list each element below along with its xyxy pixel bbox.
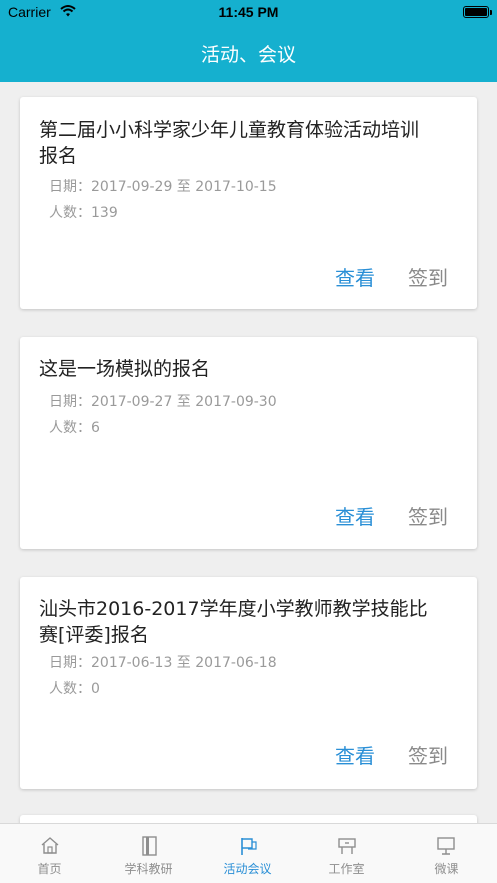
book-icon	[142, 836, 157, 856]
signin-button[interactable]: 签到	[408, 501, 448, 530]
activity-title: 汕头市2016-2017学年度小学教师教学技能比 赛[评委]报名	[39, 598, 428, 646]
tab-studio[interactable]: 工作室	[297, 824, 396, 883]
tab-bar: 首页 学科教研 活动会议 工作室 微课	[0, 823, 497, 883]
activity-list[interactable]: 第二届小小科学家少年儿童教育体验活动培训 报名 日期：2017-09-29 至 …	[0, 82, 497, 823]
tab-home[interactable]: 首页	[0, 824, 99, 883]
signin-button[interactable]: 签到	[408, 740, 448, 769]
clock: 11:45 PM	[218, 4, 279, 20]
signin-button[interactable]: 签到	[408, 262, 448, 291]
activity-card[interactable]: 第二届小小科学家少年儿童教育体验活动培训 报名 日期：2017-09-29 至 …	[20, 97, 477, 309]
activity-title: 这是一场模拟的报名	[39, 358, 211, 380]
tab-label: 活动会议	[223, 862, 272, 876]
tab-label: 工作室	[328, 862, 365, 876]
activity-count: 人数：6	[49, 420, 100, 436]
activity-date: 日期：2017-09-27 至 2017-09-30	[49, 394, 277, 410]
activity-card[interactable]: 这是一场模拟的报名 日期：2017-09-27 至 2017-09-30 人数：…	[20, 337, 477, 549]
studio-icon	[338, 838, 356, 854]
home-icon	[41, 837, 59, 854]
activity-date: 日期：2017-06-13 至 2017-06-18	[49, 655, 277, 671]
battery-icon	[463, 6, 492, 18]
activity-date: 日期：2017-09-29 至 2017-10-15	[49, 179, 277, 195]
tab-label: 学科教研	[124, 862, 173, 876]
tab-microcourse[interactable]: 微课	[396, 824, 497, 883]
activity-card[interactable]: 汕头市2016-2017学年度小学教师教学技能比 赛[评委]报名 日期：2017…	[20, 577, 477, 789]
status-bar: Carrier 11:45 PM	[0, 0, 497, 26]
activity-card[interactable]	[20, 815, 477, 823]
view-button[interactable]: 查看	[335, 740, 375, 769]
activity-count: 人数：0	[49, 681, 100, 697]
nav-header: Carrier 11:45 PM 活动、会议	[0, 0, 497, 82]
tab-subject-research[interactable]: 学科教研	[99, 824, 198, 883]
tab-activities[interactable]: 活动会议	[198, 824, 297, 883]
tab-label: 首页	[37, 862, 62, 876]
activity-count: 人数：139	[49, 205, 118, 221]
tab-label: 微课	[434, 862, 459, 876]
view-button[interactable]: 查看	[335, 501, 375, 530]
screen-icon	[437, 837, 455, 855]
activity-title: 第二届小小科学家少年儿童教育体验活动培训 报名	[39, 119, 420, 167]
flag-icon	[241, 838, 257, 855]
page-title: 活动、会议	[200, 44, 296, 66]
view-button[interactable]: 查看	[335, 262, 375, 291]
